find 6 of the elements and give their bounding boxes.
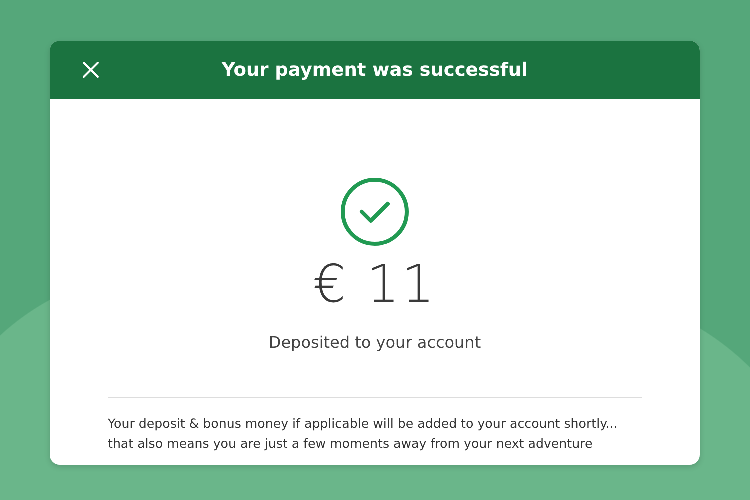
close-icon[interactable] [82,61,100,79]
info-message: Your deposit & bonus money if applicable will be added to your account shortly... that also means you are just a few moments away from your next adventure [108,415,619,453]
deposit-caption: Deposited to your account [268,333,482,352]
checkmark-circle-icon [340,177,410,247]
dialog-title: Your payment was successful [222,60,528,80]
amount: € 11 [313,259,437,311]
